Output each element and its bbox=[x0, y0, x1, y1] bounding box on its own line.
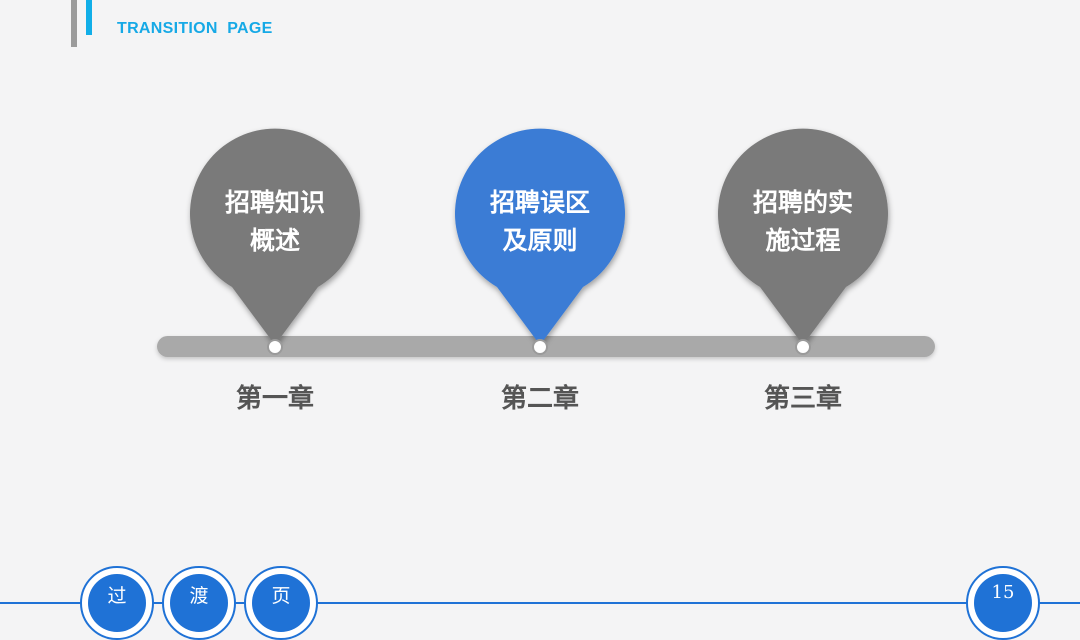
page-number-badge: 15 bbox=[966, 566, 1040, 640]
footer-tab-1[interactable]: 过 bbox=[80, 566, 154, 640]
footer-tab-2[interactable]: 渡 bbox=[162, 566, 236, 640]
chapter-1-title: 招聘知识 概述 bbox=[200, 184, 350, 260]
footer-tab-3[interactable]: 页 bbox=[244, 566, 318, 640]
chapter-2-title-line2: 及原则 bbox=[502, 226, 578, 255]
chapter-2-title-line1: 招聘误区 bbox=[489, 188, 590, 217]
chapter-timeline bbox=[157, 128, 935, 357]
footer-tab-2-label: 渡 bbox=[189, 585, 209, 607]
footer-tab-1-label: 过 bbox=[107, 585, 127, 607]
chapter-2-label: 第二章 bbox=[500, 384, 579, 414]
page-number: 15 bbox=[991, 582, 1015, 603]
chapter-1-title-line2: 概述 bbox=[249, 226, 300, 255]
chapter-1-title-line1: 招聘知识 bbox=[224, 188, 325, 217]
chapter-3-title-line2: 施过程 bbox=[765, 226, 841, 255]
chapter-3-label: 第三章 bbox=[763, 384, 842, 414]
chapter-3-title: 招聘的实 施过程 bbox=[728, 184, 878, 260]
footer-tab-3-label: 页 bbox=[271, 585, 291, 607]
chapter-2-title: 招聘误区 及原则 bbox=[465, 184, 615, 260]
chapter-1-label: 第一章 bbox=[235, 384, 314, 414]
timeline-node-3 bbox=[795, 339, 811, 355]
timeline-node-2 bbox=[532, 339, 548, 355]
timeline-node-1 bbox=[267, 339, 283, 355]
chapter-3-title-line1: 招聘的实 bbox=[752, 188, 853, 217]
